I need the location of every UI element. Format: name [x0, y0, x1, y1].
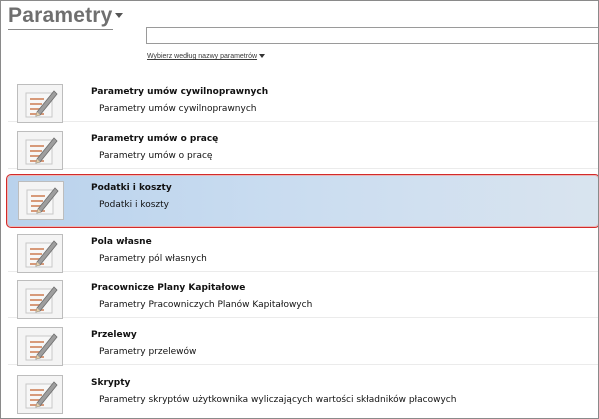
chevron-down-icon: [114, 13, 123, 18]
document-pencil-icon: [17, 131, 63, 170]
filter-label: Wybierz według nazwy parametrów: [147, 53, 258, 60]
document-pencil-icon: [17, 280, 63, 319]
item-name: Skrypty: [91, 378, 131, 388]
list-item[interactable]: Skrypty Parametry skryptów użytkownika w…: [8, 370, 598, 414]
document-pencil-icon: [17, 234, 63, 273]
item-name: Parametry umów o pracę: [91, 134, 219, 144]
filter-dropdown[interactable]: Wybierz według nazwy parametrów: [147, 53, 266, 60]
item-name: Przelewy: [91, 330, 137, 340]
title-divider: [8, 29, 113, 30]
item-description: Parametry skryptów użytkownika wyliczają…: [99, 395, 457, 405]
item-description: Parametry umów cywilnoprawnych: [99, 104, 257, 114]
item-description: Podatki i koszty: [99, 200, 169, 210]
item-name: Pracownicze Plany Kapitałowe: [91, 283, 246, 293]
list-item-selected[interactable]: Podatki i koszty Podatki i koszty: [6, 174, 598, 228]
item-name: Parametry umów cywilnoprawnych: [91, 87, 269, 97]
list-item[interactable]: Parametry umów o pracę Parametry umów o …: [8, 126, 598, 170]
document-pencil-icon: [17, 375, 63, 414]
item-name: Pola własne: [91, 237, 152, 247]
parameters-window: Parametry Wybierz według nazwy parametró…: [0, 0, 599, 419]
page-title-dropdown[interactable]: Parametry: [8, 4, 123, 28]
search-input[interactable]: [146, 27, 598, 44]
item-description: Parametry umów o pracę: [99, 151, 213, 161]
list-item[interactable]: Przelewy Parametry przelewów: [8, 322, 598, 366]
item-name: Podatki i koszty: [91, 183, 172, 193]
document-pencil-icon: [18, 181, 64, 220]
page-title: Parametry: [8, 4, 113, 27]
item-description: Parametry pól własnych: [99, 254, 207, 264]
item-description: Parametry przelewów: [99, 347, 197, 357]
chevron-down-icon: [259, 54, 266, 58]
list-item[interactable]: Parametry umów cywilnoprawnych Parametry…: [8, 79, 598, 123]
item-description: Parametry Pracowniczych Planów Kapitałow…: [99, 300, 313, 310]
list-item[interactable]: Pracownicze Plany Kapitałowe Parametry P…: [8, 275, 598, 319]
list-item[interactable]: Pola własne Parametry pól własnych: [8, 229, 598, 273]
document-pencil-icon: [17, 84, 63, 123]
document-pencil-icon: [17, 327, 63, 366]
